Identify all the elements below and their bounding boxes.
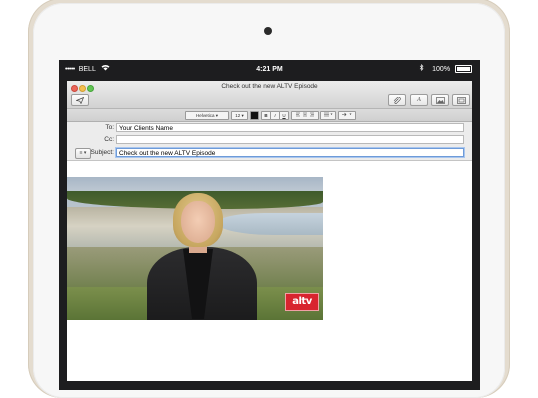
fonts-button[interactable]: A [410,94,428,106]
status-time: 4:21 PM [256,66,283,73]
message-body[interactable]: altv [67,161,472,381]
ipad-screen: ••••• BELL 4:21 PM 100% Check out the ne… [59,60,480,390]
underline-button[interactable]: U [279,111,289,120]
list-button[interactable] [320,111,336,120]
send-button[interactable] [71,94,89,106]
window-titlebar: Check out the new ALTV Episode A [67,81,472,109]
format-bar: Helvetica ▾ 12 ▾ B I U [67,109,472,122]
to-field[interactable]: Your Clients Name [116,123,464,132]
status-right: 100% [419,60,472,80]
indent-icon [342,112,352,117]
font-a-icon: A [417,97,421,103]
stationery-icon [456,96,466,104]
window-title: Check out the new ALTV Episode [221,83,318,90]
indent-button[interactable] [338,111,356,120]
subject-row: ≡ ▾ Subject: Check out the new ALTV Epis… [67,147,472,159]
alignment-buttons[interactable] [291,111,319,120]
text-color-button[interactable] [250,111,259,120]
status-bar: ••••• BELL 4:21 PM 100% [59,60,480,80]
subject-field[interactable]: Check out the new ALTV Episode [116,148,464,157]
cc-label: Cc: [104,136,114,143]
subject-label: Subject: [90,149,115,156]
battery-percent: 100% [432,66,451,73]
font-size-select[interactable]: 12 ▾ [231,111,248,120]
cc-row: Cc: [67,134,472,146]
message-headers: To: Your Clients Name Cc: ≡ ▾ Subject: C… [67,122,472,161]
paperclip-icon [393,96,401,104]
front-camera [264,27,272,35]
list-icon [324,112,333,117]
to-label: To: [105,124,114,131]
stationery-button[interactable] [452,94,470,106]
altv-logo: altv [285,293,319,311]
font-family-value: Helvetica [195,113,215,118]
presenter-face [181,201,215,243]
bluetooth-icon [419,63,426,73]
attach-button[interactable] [388,94,406,106]
mail-compose-window: Check out the new ALTV Episode A Helveti… [67,81,472,381]
video-thumbnail[interactable]: altv [67,177,323,320]
align-icon [296,112,314,117]
to-row: To: Your Clients Name [67,122,472,134]
cc-field[interactable] [116,135,464,144]
photo-icon [435,96,445,104]
photo-browser-button[interactable] [431,94,449,106]
font-family-select[interactable]: Helvetica ▾ [185,111,229,120]
send-icon [75,96,85,104]
screen-bottom-edge [67,381,472,390]
font-size-value: 12 [235,113,241,118]
battery-icon [455,65,472,74]
